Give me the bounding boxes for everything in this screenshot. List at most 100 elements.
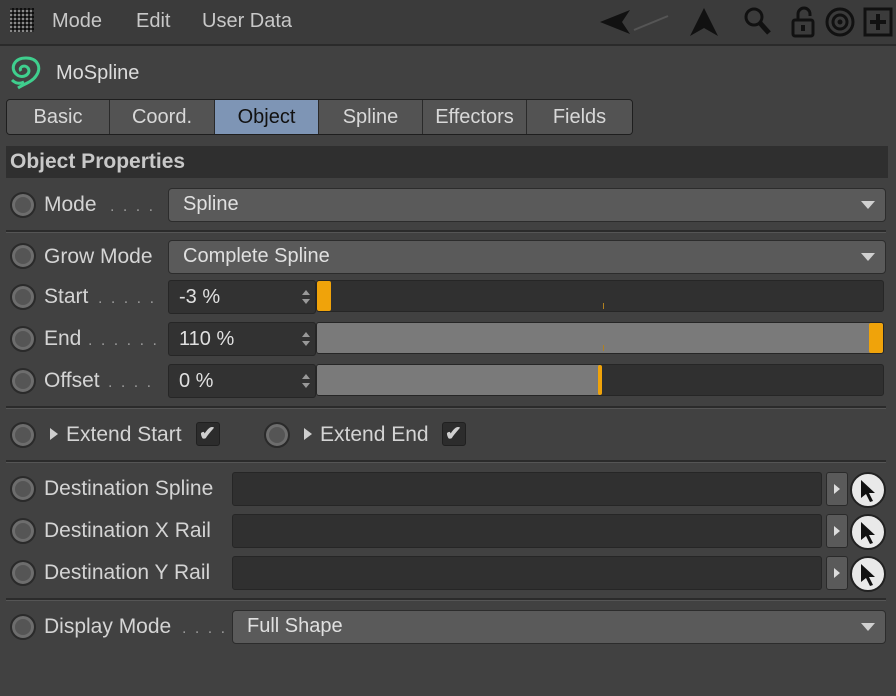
extend-end-keyframe-radio[interactable] <box>264 422 290 448</box>
dest-x-rail-link-field[interactable] <box>232 514 822 548</box>
pick-cursor-icon <box>861 480 875 502</box>
extend-start-checkbox[interactable]: ✔ <box>196 422 220 446</box>
dest-spline-menu-button[interactable] <box>826 472 848 506</box>
display-mode-value: Full Shape <box>247 615 343 637</box>
pick-cursor-icon <box>861 522 875 544</box>
play-triangle-icon <box>834 526 840 536</box>
dest-x-rail-pick-button[interactable] <box>850 514 886 550</box>
slider-knob[interactable] <box>869 323 883 353</box>
end-label: End <box>44 327 82 350</box>
menu-user-data[interactable]: User Data <box>202 10 292 33</box>
offset-dots: . . . . <box>108 374 154 391</box>
grow-mode-keyframe-radio[interactable] <box>10 243 36 269</box>
expand-triangle-icon[interactable] <box>50 428 58 440</box>
display-mode-keyframe-radio[interactable] <box>10 614 36 640</box>
dest-y-rail-keyframe-radio[interactable] <box>10 560 36 586</box>
dest-spline-link-field[interactable] <box>232 472 822 506</box>
tab-fields[interactable]: Fields <box>527 100 632 134</box>
mospline-icon <box>6 54 46 92</box>
extend-start-keyframe-radio[interactable] <box>10 422 36 448</box>
display-mode-label: Display Mode <box>44 615 172 638</box>
back-arrow-icon[interactable] <box>598 6 669 38</box>
dest-x-rail-label: Destination X Rail <box>44 519 211 542</box>
play-triangle-icon <box>834 484 840 494</box>
offset-slider[interactable] <box>316 364 884 396</box>
grow-mode-value: Complete Spline <box>183 245 330 267</box>
display-mode-dropdown[interactable]: Full Shape <box>232 610 886 644</box>
start-dots: . . . . . <box>98 290 157 307</box>
dest-y-rail-label: Destination Y Rail <box>44 561 211 584</box>
extend-end-checkbox[interactable]: ✔ <box>442 422 466 446</box>
tab-spline[interactable]: Spline <box>319 100 423 134</box>
tab-object[interactable]: Object <box>215 100 319 134</box>
object-name: MoSpline <box>56 62 140 84</box>
end-keyframe-radio[interactable] <box>10 326 36 352</box>
forward-arrow-icon[interactable] <box>688 6 720 38</box>
target-icon[interactable] <box>824 6 856 38</box>
spinner-icon[interactable] <box>301 331 311 347</box>
pick-cursor-icon <box>861 564 875 586</box>
tab-basic[interactable]: Basic <box>7 100 110 134</box>
dest-y-rail-link-field[interactable] <box>232 556 822 590</box>
lock-icon[interactable] <box>788 6 820 38</box>
spinner-icon[interactable] <box>301 289 311 305</box>
mode-dots: . . . . <box>110 198 156 215</box>
dest-spline-pick-button[interactable] <box>850 472 886 508</box>
offset-keyframe-radio[interactable] <box>10 368 36 394</box>
spinner-icon[interactable] <box>301 373 311 389</box>
section-title: Object Properties <box>10 150 186 173</box>
menu-bar: Mode Edit User Data <box>0 0 896 46</box>
dest-y-rail-menu-button[interactable] <box>826 556 848 590</box>
chevron-down-icon <box>861 201 875 209</box>
divider <box>6 598 886 601</box>
divider <box>6 230 886 233</box>
panel-grip-icon[interactable] <box>10 8 34 32</box>
end-dots: . . . . . . <box>88 332 159 349</box>
offset-label: Offset <box>44 369 100 392</box>
checkmark-icon: ✔ <box>445 423 462 445</box>
tab-coord[interactable]: Coord. <box>110 100 215 134</box>
dest-spline-keyframe-radio[interactable] <box>10 476 36 502</box>
start-keyframe-radio[interactable] <box>10 284 36 310</box>
dest-y-rail-pick-button[interactable] <box>850 556 886 592</box>
add-icon[interactable] <box>862 6 894 38</box>
dest-x-rail-menu-button[interactable] <box>826 514 848 548</box>
extend-end-label: Extend End <box>320 423 429 446</box>
start-value: -3 % <box>179 286 221 308</box>
dest-spline-label: Destination Spline <box>44 477 214 500</box>
grow-mode-label: Grow Mode <box>44 245 153 268</box>
end-slider[interactable] <box>316 322 884 354</box>
end-input[interactable]: 110 % <box>168 322 316 356</box>
slider-center-tick <box>603 345 604 351</box>
tab-bar: Basic Coord. Object Spline Effectors Fie… <box>6 99 633 135</box>
search-icon[interactable] <box>742 6 774 38</box>
slider-knob[interactable] <box>317 281 331 311</box>
menu-edit[interactable]: Edit <box>136 10 170 33</box>
dest-x-rail-keyframe-radio[interactable] <box>10 518 36 544</box>
play-triangle-icon <box>834 568 840 578</box>
slider-fill <box>317 323 883 353</box>
start-input[interactable]: -3 % <box>168 280 316 314</box>
divider <box>6 460 886 463</box>
divider <box>6 406 886 409</box>
start-label: Start <box>44 285 89 308</box>
end-value: 110 % <box>179 328 235 350</box>
chevron-down-icon <box>861 253 875 261</box>
expand-triangle-icon[interactable] <box>304 428 312 440</box>
mode-value: Spline <box>183 193 239 215</box>
mode-keyframe-radio[interactable] <box>10 192 36 218</box>
menu-mode[interactable]: Mode <box>52 10 102 33</box>
slider-knob[interactable] <box>598 365 602 395</box>
section-header: Object Properties <box>6 146 888 178</box>
start-slider[interactable] <box>316 280 884 312</box>
mode-label: Mode <box>44 193 97 216</box>
checkmark-icon: ✔ <box>199 423 216 445</box>
mode-dropdown[interactable]: Spline <box>168 188 886 222</box>
offset-value: 0 % <box>179 370 214 392</box>
slider-center-tick <box>603 303 604 309</box>
chevron-down-icon <box>861 623 875 631</box>
tab-effectors[interactable]: Effectors <box>423 100 527 134</box>
grow-mode-dropdown[interactable]: Complete Spline <box>168 240 886 274</box>
offset-input[interactable]: 0 % <box>168 364 316 398</box>
slider-fill <box>317 365 600 395</box>
